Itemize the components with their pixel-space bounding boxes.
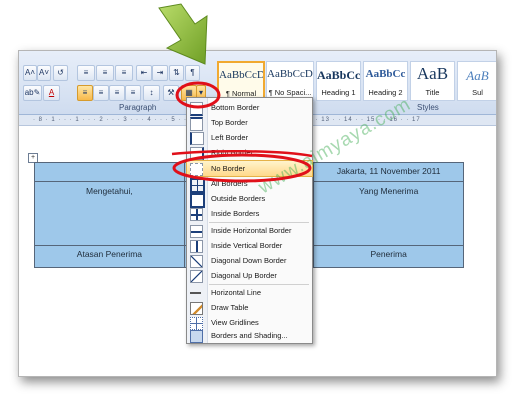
font-color-button[interactable]: A <box>43 85 60 101</box>
style-sample: AaBbCc <box>317 68 360 82</box>
align-left-button[interactable]: ≡ <box>77 85 93 101</box>
table-cell[interactable]: Mengetahui, <box>34 181 185 246</box>
line-spacing-button[interactable]: ↕ <box>143 85 160 101</box>
style-subtitle[interactable]: AaB Sul <box>457 61 496 101</box>
menu-item-label: Inside Borders <box>211 209 260 218</box>
inside-vertical-border-icon <box>190 240 203 253</box>
menu-item-label: Inside Vertical Border <box>211 241 283 250</box>
bullets-button[interactable]: ≡ <box>77 65 95 81</box>
style-sample: AaBbCcDc <box>219 69 263 81</box>
diagonal-down-border-icon <box>190 255 203 268</box>
menu-item-label: Borders and Shading... <box>211 331 288 340</box>
menu-item-outside-borders[interactable]: Outside Borders <box>187 191 312 208</box>
menu-item-diagonal-up-border[interactable]: Diagonal Up Border <box>187 268 312 283</box>
style-name: Heading 1 <box>321 88 356 97</box>
decrease-indent-button[interactable]: ⇤ <box>136 65 152 81</box>
center-button[interactable]: ≡ <box>93 85 109 101</box>
style-heading-1[interactable]: AaBbCc Heading 1 <box>316 61 361 101</box>
style-no-spacing[interactable]: AaBbCcDc ¶ No Spaci... <box>266 61 314 101</box>
annotation-circle-icon <box>171 149 313 183</box>
menu-item-inside-horizontal-border[interactable]: Inside Horizontal Border <box>187 223 312 238</box>
multilevel-list-button[interactable]: ≡ <box>115 65 133 81</box>
grow-font-button[interactable]: A˄ <box>23 65 37 81</box>
menu-item-label: Top Border <box>211 118 248 127</box>
style-name: Sul <box>472 88 483 97</box>
menu-item-label: Diagonal Up Border <box>211 271 277 280</box>
clear-formatting-button[interactable]: ↺ <box>53 65 68 81</box>
style-name: ¶ No Spaci... <box>268 88 312 97</box>
menu-item-top-border[interactable]: Top Border <box>187 115 312 131</box>
menu-item-inside-borders[interactable]: Inside Borders <box>187 206 312 221</box>
menu-item-label: Inside Horizontal Border <box>211 226 292 235</box>
borders-menu: Bottom Border Top Border Left Border Rig… <box>186 97 313 344</box>
top-border-icon <box>190 117 203 131</box>
style-title[interactable]: AaB Title <box>410 61 455 101</box>
menu-item-label: Outside Borders <box>211 194 266 203</box>
draw-table-icon <box>190 302 203 315</box>
menu-item-label: Left Border <box>211 133 249 142</box>
table-cell[interactable]: Yang Menerima <box>313 181 464 246</box>
inside-borders-icon <box>190 208 203 221</box>
menu-item-label: Diagonal Down Border <box>211 256 287 265</box>
borders-shading-icon <box>190 330 203 343</box>
style-sample: AaBbCcDc <box>267 68 313 80</box>
menu-item-draw-table[interactable]: Draw Table <box>187 300 312 315</box>
justify-button[interactable]: ≡ <box>125 85 141 101</box>
numbering-button[interactable]: ≡ <box>96 65 114 81</box>
table-cell[interactable]: Jakarta, 11 November 2011 <box>313 162 464 182</box>
menu-item-inside-vertical-border[interactable]: Inside Vertical Border <box>187 238 312 253</box>
style-sample: AaBbCc <box>365 68 406 80</box>
style-name: Title <box>425 88 440 97</box>
green-arrow-icon <box>158 3 208 65</box>
style-sample: AaB <box>466 68 489 83</box>
menu-item-label: Horizontal Line <box>211 288 262 297</box>
menu-item-left-border[interactable]: Left Border <box>187 130 312 145</box>
horizontal-line-icon <box>190 287 201 298</box>
menu-item-label: Draw Table <box>211 303 249 312</box>
styles-group-label: Styles <box>417 103 439 112</box>
table-cell[interactable]: Atasan Penerima <box>34 245 185 268</box>
style-sample: AaB <box>416 64 449 83</box>
inside-horizontal-border-icon <box>190 225 203 238</box>
align-right-button[interactable]: ≡ <box>109 85 125 101</box>
shrink-font-button[interactable]: A˅ <box>37 65 51 81</box>
table-cell[interactable] <box>34 162 185 182</box>
menu-item-diagonal-down-border[interactable]: Diagonal Down Border <box>187 253 312 268</box>
highlight-button[interactable]: ab✎ <box>23 85 42 101</box>
diagonal-up-border-icon <box>190 270 203 283</box>
paragraph-group-label: Paragraph <box>119 103 157 112</box>
left-border-icon <box>190 132 204 145</box>
annotation-circle-icon <box>175 81 221 109</box>
table-cell[interactable]: Penerima <box>313 245 464 268</box>
menu-item-horizontal-line[interactable]: Horizontal Line <box>187 285 312 300</box>
menu-item-borders-and-shading[interactable]: Borders and Shading... <box>187 328 312 343</box>
